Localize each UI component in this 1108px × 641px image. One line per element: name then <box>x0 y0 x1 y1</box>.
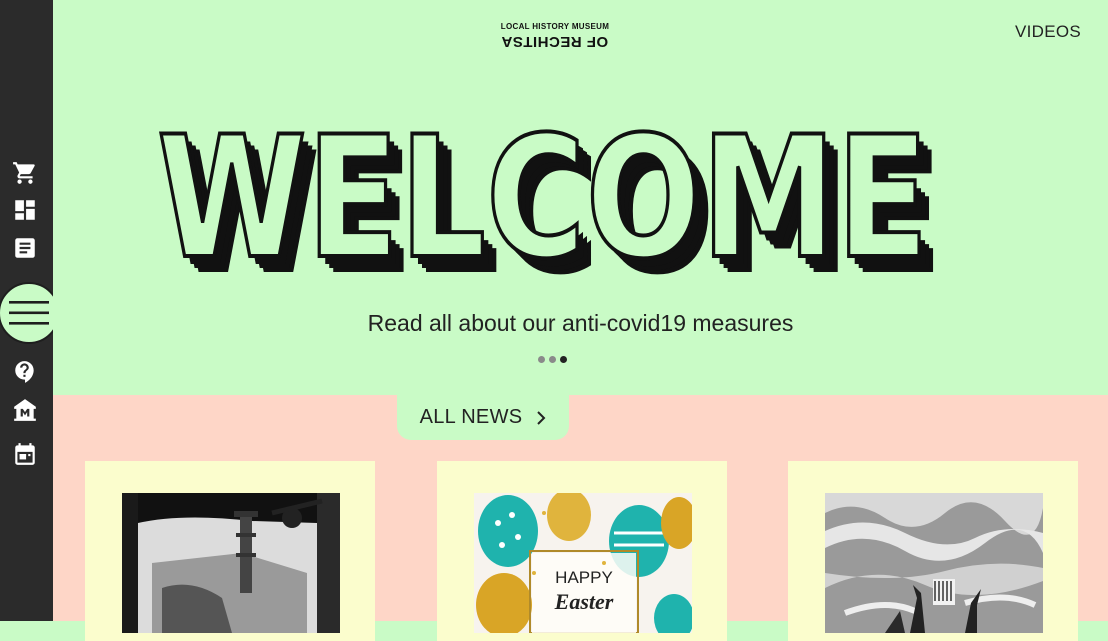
calendar-icon[interactable] <box>12 441 38 467</box>
slider-dot[interactable] <box>549 356 556 363</box>
museum-logo[interactable]: LOCAL HISTORY MUSEUM OF RECHITSA <box>495 22 615 50</box>
all-news-label: ALL NEWS <box>419 406 523 428</box>
news-card[interactable]: HAPPY Easter <box>437 461 727 641</box>
hero-section: LOCAL HISTORY MUSEUM OF RECHITSA VIDEOS … <box>53 0 1108 395</box>
help-icon[interactable] <box>12 359 38 385</box>
chevron-right-icon <box>537 410 546 425</box>
article-icon[interactable] <box>12 235 38 261</box>
svg-text:HAPPY: HAPPY <box>555 568 613 587</box>
news-image-easter: HAPPY Easter <box>474 493 692 633</box>
all-news-button[interactable]: ALL NEWS <box>397 395 569 440</box>
videos-link[interactable]: VIDEOS <box>1015 22 1081 42</box>
slider-dot[interactable] <box>538 356 545 363</box>
hero-subtitle[interactable]: Read all about our anti-covid19 measures <box>53 310 1108 337</box>
news-card[interactable] <box>85 461 375 641</box>
menu-icon <box>9 301 49 325</box>
museum-icon[interactable] <box>12 397 38 423</box>
logo-line1: LOCAL HISTORY MUSEUM <box>500 22 610 31</box>
sidebar <box>0 0 60 621</box>
news-card[interactable] <box>788 461 1078 641</box>
slider-dots <box>538 356 567 363</box>
welcome-headline: .wshadow { font-family:"DejaVu Sans", sa… <box>155 98 943 285</box>
news-image-monument <box>825 493 1043 633</box>
svg-text:WELCOME: WELCOME <box>157 100 929 285</box>
logo-line2: OF RECHITSA <box>501 33 609 50</box>
dashboard-icon[interactable] <box>12 197 38 223</box>
slider-dot-active[interactable] <box>560 356 567 363</box>
svg-text:Easter: Easter <box>554 589 614 614</box>
news-image-industrial <box>122 493 340 633</box>
menu-button[interactable] <box>0 282 60 344</box>
news-section: ALL NEWS HAPPY Easter <box>53 395 1108 641</box>
cart-icon[interactable] <box>12 160 38 186</box>
